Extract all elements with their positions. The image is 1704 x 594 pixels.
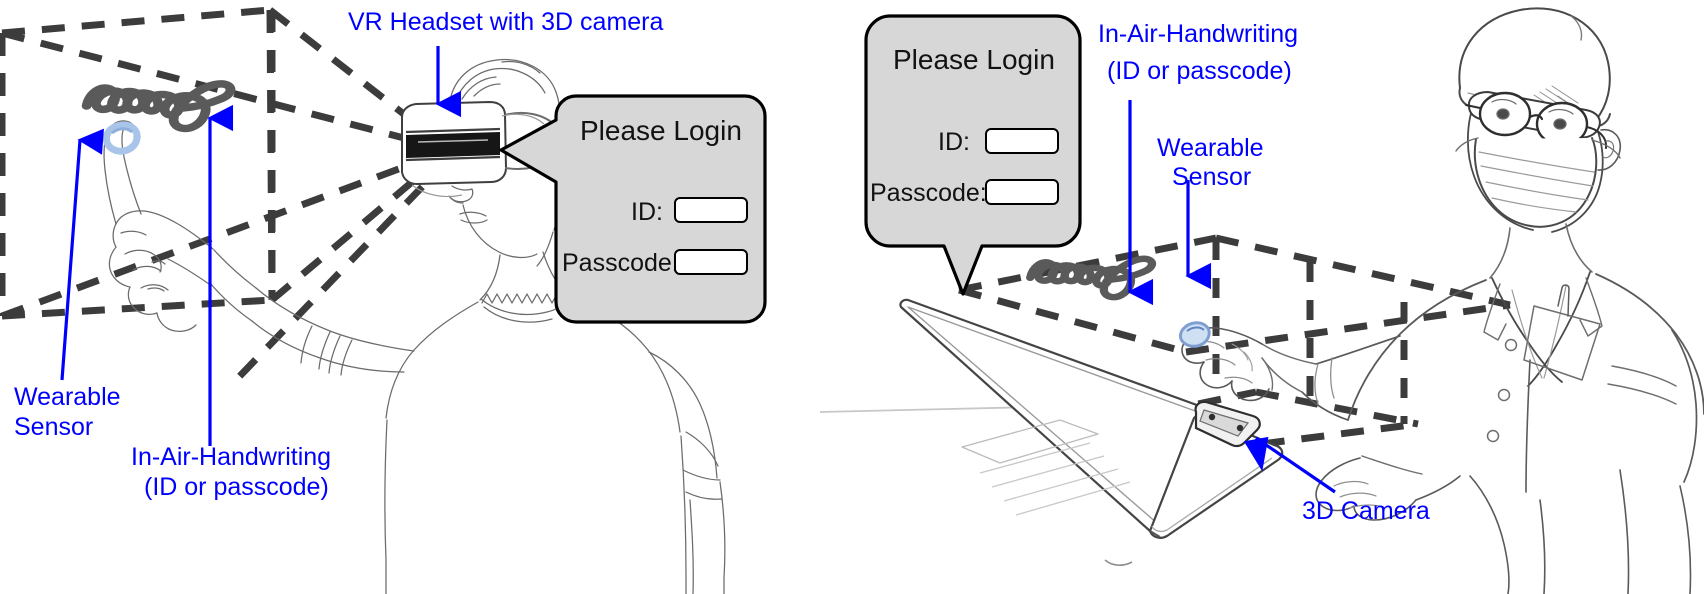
label-in-air-handwriting-left-line1: In-Air-Handwriting <box>131 443 332 471</box>
id-input-right[interactable] <box>985 128 1059 154</box>
label-wearable-sensor-left-line1: Wearable <box>14 383 121 411</box>
label-vr-headset: VR Headset with 3D camera <box>348 8 664 36</box>
label-3d-camera: 3D Camera <box>1302 497 1430 525</box>
login-panel-right-shape <box>864 14 1082 296</box>
figure-canvas: Please Login ID: Passcode: Please Login … <box>0 0 1704 594</box>
id-label-right: ID: <box>938 128 970 156</box>
label-in-air-handwriting-right-line1: In-Air-Handwriting <box>1098 20 1299 48</box>
label-wearable-sensor-right-line2: Sensor <box>1172 163 1252 191</box>
label-in-air-handwriting-left-line2: (ID or passcode) <box>144 473 329 501</box>
passcode-input-right[interactable] <box>985 179 1059 205</box>
login-title-right: Please Login <box>893 44 1055 75</box>
label-wearable-sensor-left-line2: Sensor <box>14 413 94 441</box>
label-wearable-sensor-right-line1: Wearable <box>1157 134 1264 162</box>
label-in-air-handwriting-right-line2: (ID or passcode) <box>1107 57 1292 85</box>
passcode-label-right: Passcode: <box>870 179 987 207</box>
